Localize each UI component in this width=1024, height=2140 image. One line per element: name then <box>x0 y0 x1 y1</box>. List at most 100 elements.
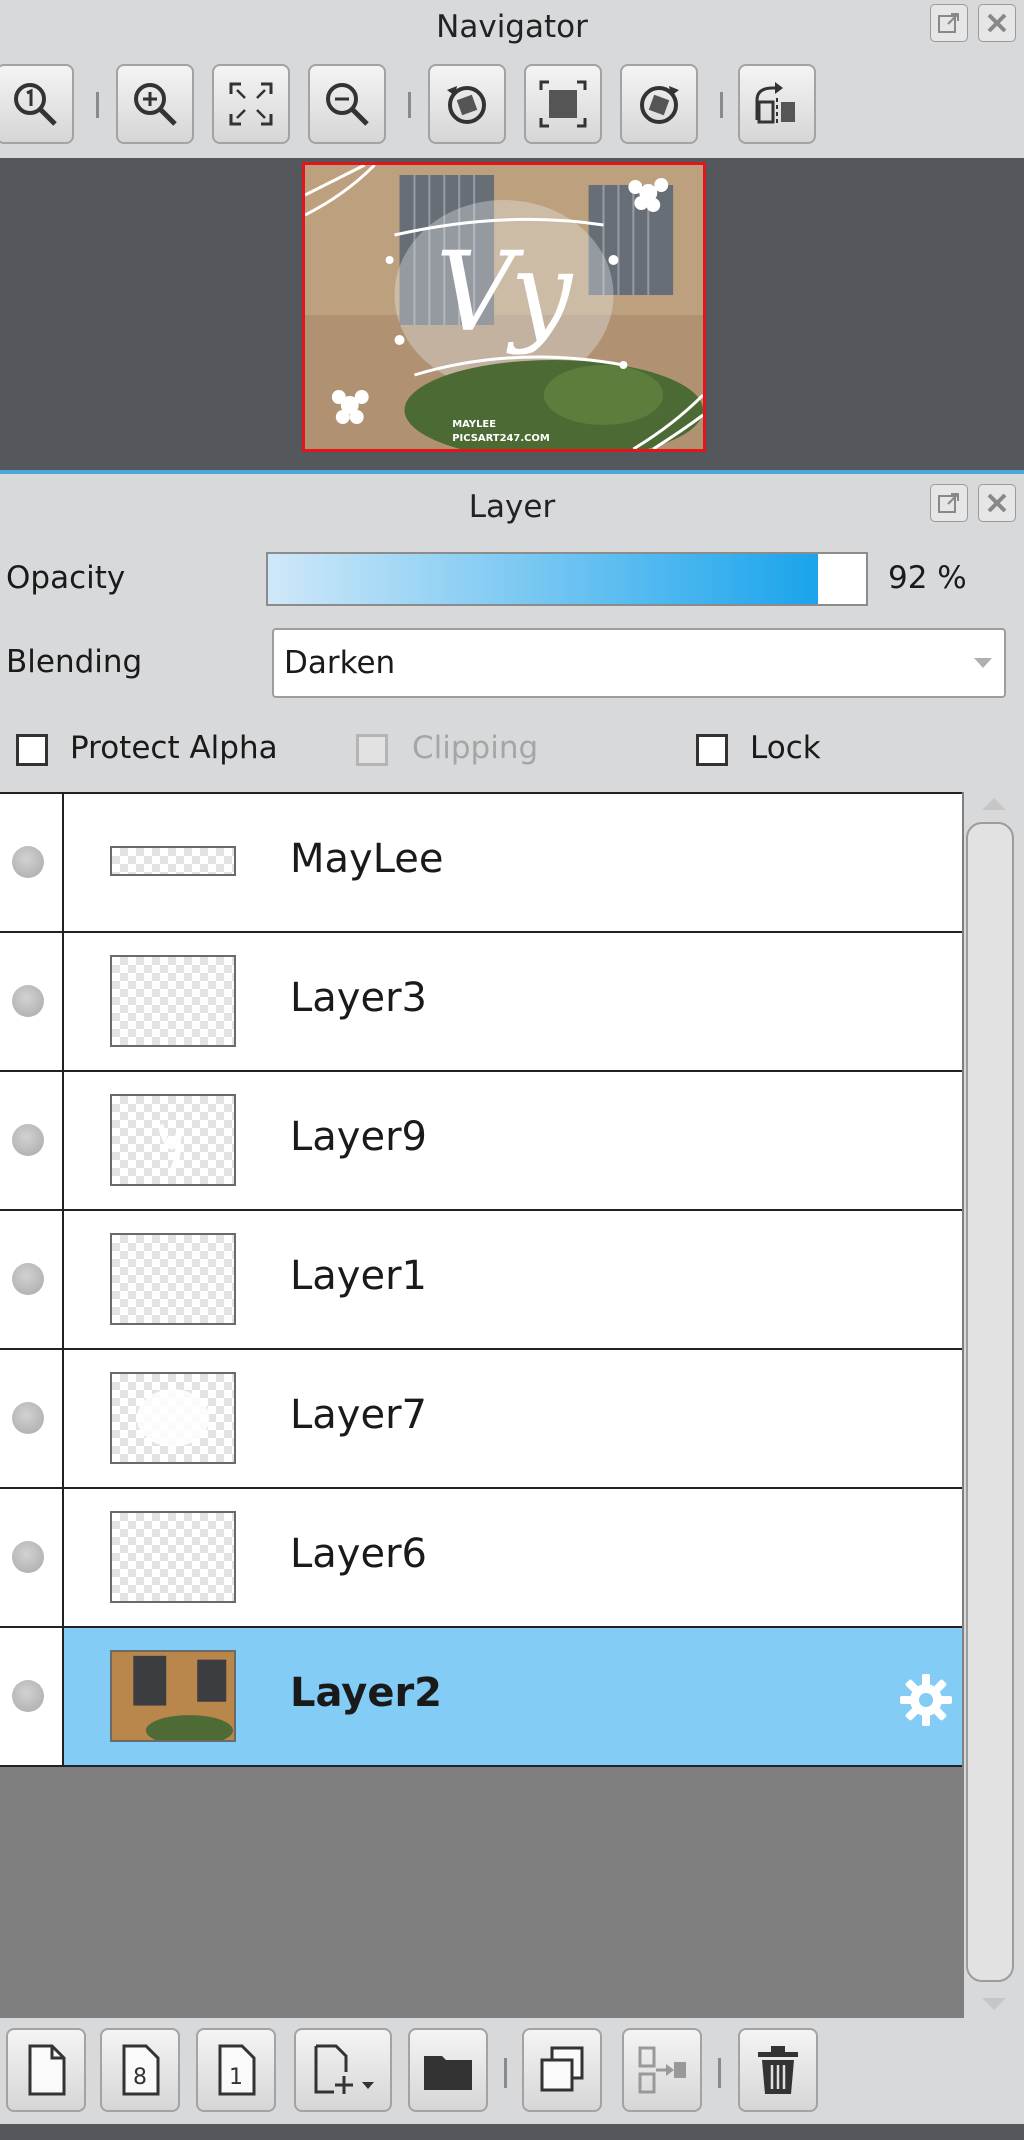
layer-name: Layer6 <box>290 1531 427 1577</box>
new-8bit-layer-button[interactable]: 8 <box>100 2028 180 2112</box>
layer-row-layer1[interactable]: Layer1 <box>0 1211 962 1350</box>
svg-text:PICSART247.COM: PICSART247.COM <box>452 433 550 444</box>
visibility-column <box>0 1489 64 1626</box>
layer-row-layer2[interactable]: Layer2 <box>0 1628 962 1767</box>
new-page-icon <box>28 2044 66 2096</box>
layer-panel-title: Layer <box>0 474 1024 540</box>
navigator-toolbar <box>0 54 1024 158</box>
rotate-right-icon <box>640 86 679 124</box>
scroll-down-arrow-icon[interactable] <box>982 1998 1006 2010</box>
fit-window-button[interactable] <box>212 64 290 144</box>
flip-horizontal-button[interactable] <box>738 64 816 144</box>
opacity-slider-fill <box>268 554 819 604</box>
blending-select[interactable]: Darken <box>272 628 1006 698</box>
rotate-left-button[interactable] <box>428 64 506 144</box>
layer-row-maylee[interactable]: MayLee <box>0 794 962 933</box>
close-icon <box>987 493 1007 513</box>
clipping-checkbox[interactable] <box>356 734 388 766</box>
visibility-column <box>0 1350 64 1487</box>
layer-thumbnail <box>110 1650 236 1742</box>
layer-row-layer7[interactable]: Layer7 <box>0 1350 962 1489</box>
protect-alpha-checkbox[interactable] <box>16 734 48 766</box>
duplicate-icon <box>540 2046 584 2092</box>
layer-name: Layer2 <box>290 1670 443 1716</box>
navigator-float-button[interactable] <box>930 4 968 42</box>
status-strip <box>0 2124 1024 2140</box>
visibility-toggle[interactable] <box>12 1402 44 1434</box>
add-layer-menu-button[interactable] <box>294 2028 392 2112</box>
zoom-in-button[interactable] <box>116 64 194 144</box>
visibility-toggle[interactable] <box>12 1541 44 1573</box>
layer-name: Layer3 <box>290 975 427 1021</box>
svg-text:Vy: Vy <box>436 228 574 356</box>
fit-window-icon <box>229 82 273 126</box>
layer-thumbnail <box>110 1372 236 1464</box>
layer-name: Layer7 <box>290 1392 427 1438</box>
zoom-in-icon <box>134 83 177 126</box>
layer-thumbnail <box>110 1094 236 1186</box>
layer-list-scrollbar[interactable] <box>964 792 1024 2018</box>
navigator-view-frame[interactable]: Vy MAYLEE PICSART247.COM <box>302 162 706 452</box>
blending-value: Darken <box>284 645 396 681</box>
canvas-thumbnail: Vy MAYLEE PICSART247.COM <box>305 165 703 449</box>
rotate-right-button[interactable] <box>620 64 698 144</box>
zoom-out-icon <box>326 83 369 126</box>
svg-text:8: 8 <box>133 2065 147 2090</box>
visibility-toggle[interactable] <box>12 846 44 878</box>
scroll-up-arrow-icon[interactable] <box>982 798 1006 810</box>
layer-list: MayLee Layer3 Layer9 Layer1 Layer7 Layer… <box>0 792 962 1767</box>
visibility-column <box>0 1211 64 1348</box>
trash-icon <box>758 2046 798 2094</box>
layer-float-button[interactable] <box>930 484 968 522</box>
reset-view-button[interactable] <box>524 64 602 144</box>
add-layer-dropdown-icon <box>314 2044 374 2094</box>
navigator-close-button[interactable] <box>978 4 1016 42</box>
svg-text:1: 1 <box>229 2065 243 2090</box>
delete-layer-button[interactable] <box>738 2028 818 2112</box>
layer-row-layer3[interactable]: Layer3 <box>0 933 962 1072</box>
visibility-toggle[interactable] <box>12 1680 44 1712</box>
actual-size-button[interactable] <box>0 64 74 144</box>
opacity-label: Opacity <box>6 560 126 596</box>
1bit-layer-icon: 1 <box>218 2044 256 2096</box>
close-icon <box>987 13 1007 33</box>
visibility-toggle[interactable] <box>12 1263 44 1295</box>
layer-thumbnail <box>110 846 236 876</box>
new-1bit-layer-button[interactable]: 1 <box>196 2028 276 2112</box>
layer-thumbnail <box>110 1233 236 1325</box>
layer-name: Layer9 <box>290 1114 427 1160</box>
layer-row-layer9[interactable]: Layer9 <box>0 1072 962 1211</box>
gear-icon[interactable] <box>896 1670 956 1730</box>
duplicate-layer-button[interactable] <box>522 2028 602 2112</box>
navigator-preview[interactable]: Vy MAYLEE PICSART247.COM <box>0 158 1024 470</box>
visibility-toggle[interactable] <box>12 985 44 1017</box>
scrollbar-thumb[interactable] <box>966 822 1014 1982</box>
layer-row-layer6[interactable]: Layer6 <box>0 1489 962 1628</box>
layer-toolbar: 8 1 <box>0 2018 1024 2124</box>
layer-close-button[interactable] <box>978 484 1016 522</box>
visibility-column <box>0 1628 64 1765</box>
opacity-value: 92 % <box>888 560 967 596</box>
chevron-down-icon <box>974 658 992 668</box>
merge-down-button[interactable] <box>622 2028 702 2112</box>
lock-checkbox[interactable] <box>696 734 728 766</box>
zoom-out-button[interactable] <box>308 64 386 144</box>
visibility-column <box>0 933 64 1070</box>
new-layer-button[interactable] <box>6 2028 86 2112</box>
layer-thumbnail <box>110 955 236 1047</box>
opacity-slider[interactable] <box>266 552 868 606</box>
navigator-title: Navigator <box>0 0 1024 54</box>
rotate-left-icon <box>447 86 486 124</box>
reset-view-icon <box>539 80 587 128</box>
clipping-label: Clipping <box>412 730 539 766</box>
merge-down-icon <box>638 2046 686 2094</box>
layer-list-area: MayLee Layer3 Layer9 Layer1 Layer7 Layer… <box>0 792 964 2018</box>
float-window-icon <box>938 13 959 33</box>
visibility-toggle[interactable] <box>12 1124 44 1156</box>
folder-icon <box>424 2056 472 2090</box>
lock-label: Lock <box>750 730 821 766</box>
layer-name: MayLee <box>290 836 444 882</box>
protect-alpha-label: Protect Alpha <box>70 730 278 766</box>
svg-text:MAYLEE: MAYLEE <box>452 419 496 430</box>
new-folder-button[interactable] <box>408 2028 488 2112</box>
